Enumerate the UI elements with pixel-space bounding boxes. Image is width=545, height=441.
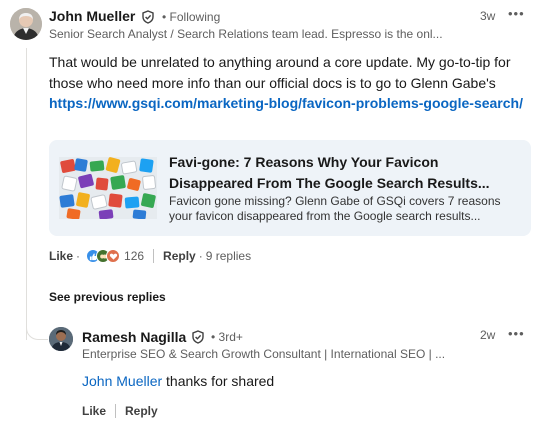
avatar[interactable] bbox=[10, 8, 42, 40]
comment-body: That would be unrelated to anything arou… bbox=[49, 52, 529, 114]
reply-connection-label: 3rd+ bbox=[218, 330, 243, 344]
reply-text: thanks for shared bbox=[162, 373, 275, 389]
reply-button[interactable]: Reply bbox=[163, 249, 196, 263]
comment-timestamp: 3w bbox=[480, 9, 496, 23]
verified-icon bbox=[142, 10, 154, 24]
reply-body: John Mueller thanks for shared bbox=[82, 373, 274, 389]
comment-author-name[interactable]: John Mueller bbox=[49, 8, 135, 24]
verified-icon bbox=[192, 330, 204, 344]
thread-connector-line bbox=[26, 48, 27, 340]
thread-connector-curve bbox=[26, 318, 48, 340]
separator-dot: · bbox=[198, 249, 203, 263]
action-divider bbox=[153, 249, 155, 263]
action-divider bbox=[115, 404, 117, 418]
reaction-count[interactable]: 126 bbox=[124, 249, 144, 263]
comment-link[interactable]: https://www.gsqi.com/marketing-blog/favi… bbox=[49, 95, 523, 111]
reply-author-headline: Enterprise SEO & Search Growth Consultan… bbox=[82, 347, 446, 361]
separator-dot: • bbox=[211, 330, 219, 344]
see-previous-replies-button[interactable]: See previous replies bbox=[49, 290, 166, 304]
reply-author-name[interactable]: Ramesh Nagilla bbox=[82, 329, 186, 345]
link-preview-description: Favicon gone missing? Glenn Gabe of GSQi… bbox=[169, 194, 501, 223]
reply-more-options-icon[interactable]: ••• bbox=[508, 326, 525, 341]
reply-mention[interactable]: John Mueller bbox=[82, 373, 162, 389]
connection-label: Following bbox=[169, 10, 221, 24]
more-options-icon[interactable]: ••• bbox=[508, 6, 525, 21]
link-preview-thumbnail bbox=[59, 157, 157, 219]
link-preview-title: Favi-gone: 7 Reasons Why Your Favicon Di… bbox=[169, 154, 490, 191]
replies-count[interactable]: 9 replies bbox=[206, 249, 251, 263]
comment-text: That would be unrelated to anything arou… bbox=[49, 54, 511, 91]
link-preview-card[interactable]: Favi-gone: 7 Reasons Why Your Favicon Di… bbox=[49, 140, 531, 236]
reply-reply-button[interactable]: Reply bbox=[125, 404, 158, 418]
reply-timestamp: 2w bbox=[480, 328, 496, 342]
reply-connection-degree: • 3rd+ bbox=[211, 330, 243, 344]
comment-author-headline: Senior Search Analyst / Search Relations… bbox=[49, 27, 443, 41]
like-button[interactable]: Like bbox=[49, 249, 73, 263]
reply-actions: Like Reply bbox=[82, 404, 158, 418]
love-reaction-icon bbox=[106, 249, 121, 263]
separator-dot: · bbox=[76, 249, 81, 263]
reactions-summary[interactable] bbox=[86, 249, 121, 263]
reply-like-button[interactable]: Like bbox=[82, 404, 106, 418]
connection-degree: • Following bbox=[162, 10, 220, 24]
reply-avatar[interactable] bbox=[49, 327, 73, 351]
comment-actions: Like · 126 Reply · 9 replies bbox=[49, 249, 251, 263]
separator-dot: • bbox=[162, 10, 170, 24]
